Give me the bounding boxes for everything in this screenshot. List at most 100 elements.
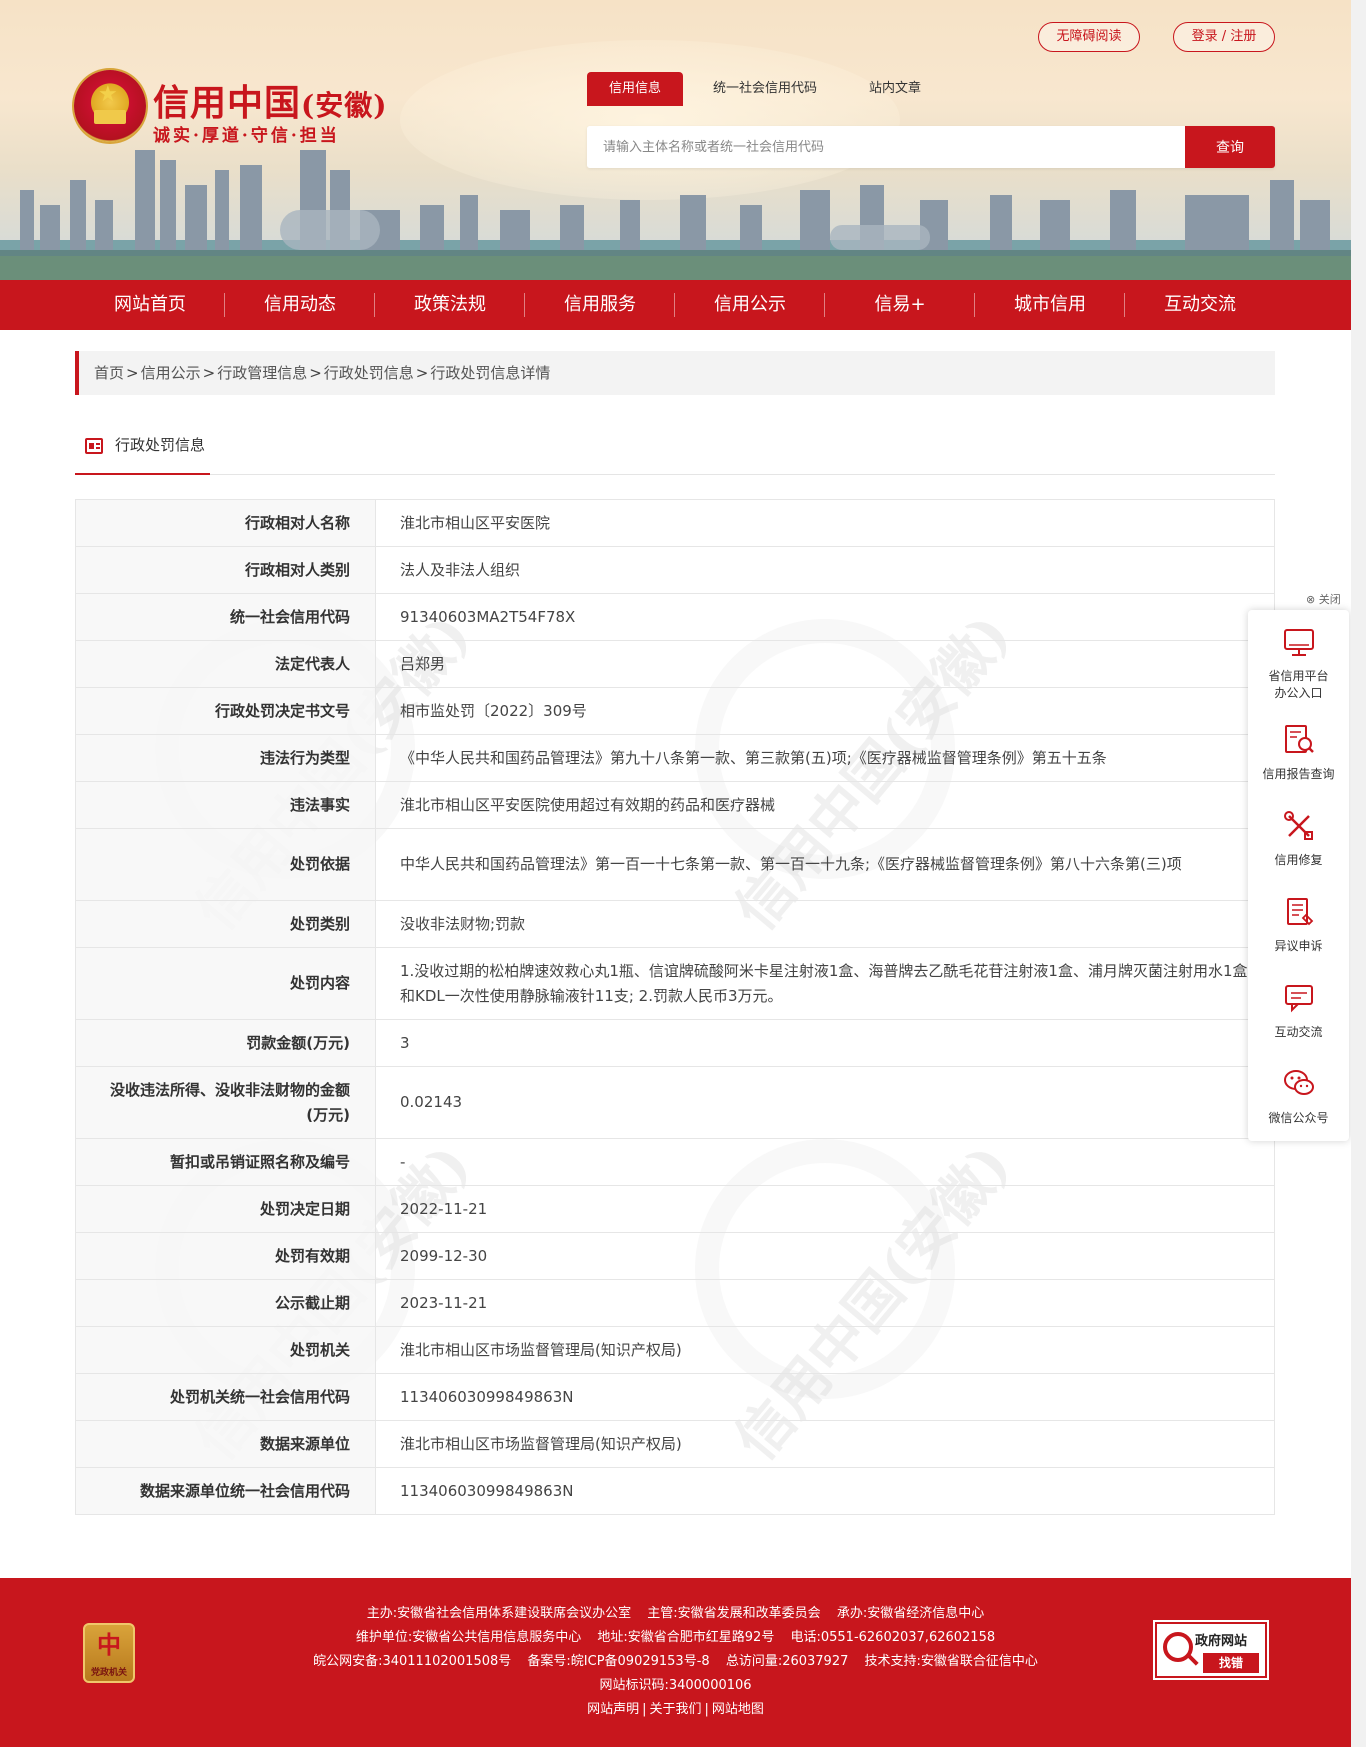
footer-tech-support: 技术支持:安徽省联合征信中心 (864, 1654, 1038, 1669)
site-slogan: 诚实·厚道·守信·担当 (153, 126, 340, 146)
footer-link-sitemap[interactable]: 网站地图 (712, 1702, 764, 1717)
tools-icon (1283, 811, 1313, 840)
footer-police-record: 皖公网安备:34011102001508号 (313, 1654, 512, 1669)
main-nav: 网站首页 信用动态 政策法规 信用服务 信用公示 信易+ 城市信用 互动交流 (0, 280, 1351, 330)
table-row: 处罚依据 中华人民共和国药品管理法》第一百一十七条第一款、第一百一十九条;《医疗… (75, 828, 1275, 901)
field-value: 吕郑男 (375, 640, 1275, 688)
search-button[interactable]: 查询 (1185, 126, 1275, 168)
field-label: 违法事实 (75, 781, 376, 829)
nav-item-xinyi-plus[interactable]: 信易+ (825, 280, 975, 330)
footer-undertaker: 承办:安徽省经济信息中心 (836, 1606, 985, 1621)
table-row: 罚款金额(万元) 3 (75, 1019, 1275, 1067)
breadcrumb-penalty-info[interactable]: 行政处罚信息 (324, 364, 414, 382)
side-item-wechat[interactable]: 微信公众号 (1248, 1066, 1349, 1127)
search-box: 查询 (587, 126, 1275, 168)
search-input[interactable] (587, 126, 1185, 168)
nav-item-credit-publicity[interactable]: 信用公示 (675, 280, 825, 330)
breadcrumb-credit-publicity[interactable]: 信用公示 (141, 364, 201, 382)
nav-item-credit-service[interactable]: 信用服务 (525, 280, 675, 330)
table-row: 数据来源单位统一社会信用代码 11340603099849863N (75, 1467, 1275, 1515)
field-label: 暂扣或吊销证照名称及编号 (75, 1138, 376, 1186)
section-title-text: 行政处罚信息 (115, 436, 206, 454)
report-search-icon (1284, 725, 1314, 753)
national-emblem-logo[interactable]: ★ (74, 70, 146, 142)
page-scrollbar-track[interactable] (1351, 0, 1366, 1747)
field-value: 相市监处罚〔2022〕309号 (375, 687, 1275, 735)
footer-host: 主办:安徽省社会信用体系建设联席会议办公室 (366, 1606, 632, 1621)
penalty-detail-panel: 信用中国(安徽) 信用中国(安徽) 信用中国(安徽) 信用中国(安徽) 行政相对… (75, 499, 1275, 1515)
field-label: 统一社会信用代码 (75, 593, 376, 641)
field-label: 处罚内容 (75, 947, 376, 1020)
breadcrumb-separator: > (309, 364, 322, 382)
field-value: 法人及非法人组织 (375, 546, 1275, 594)
nav-item-home[interactable]: 网站首页 (75, 280, 225, 330)
table-row: 数据来源单位 淮北市相山区市场监督管理局(知识产权局) (75, 1420, 1275, 1468)
side-item-label: 信用报告查询 (1262, 767, 1335, 781)
field-value: 淮北市相山区平安医院使用超过有效期的药品和医疗器械 (375, 781, 1275, 829)
footer-link-about[interactable]: 关于我们 (649, 1702, 701, 1717)
table-row: 处罚内容 1.没收过期的松柏牌速效救心丸1瓶、信谊牌硫酸阿米卡星注射液1盒、海普… (75, 947, 1275, 1020)
breadcrumb-home[interactable]: 首页 (94, 364, 124, 382)
search-tab-credit-info[interactable]: 信用信息 (587, 72, 684, 106)
footer-line-site-id: 网站标识码:3400000106 (0, 1674, 1351, 1698)
footer-link-statement[interactable]: 网站声明 (587, 1702, 639, 1717)
nav-item-interaction[interactable]: 互动交流 (1125, 280, 1275, 330)
footer-visit-count: 总访问量:26037927 (725, 1654, 849, 1669)
side-item-label: 微信公众号 (1268, 1111, 1329, 1125)
table-row: 暂扣或吊销证照名称及编号 - (75, 1138, 1275, 1186)
side-panel-close-button[interactable]: ⊗ 关闭 (1306, 591, 1341, 607)
logo-province-text: (安徽) (301, 89, 388, 122)
field-label: 公示截止期 (75, 1279, 376, 1327)
side-item-interaction[interactable]: 互动交流 (1248, 980, 1349, 1041)
field-value: 1.没收过期的松柏牌速效救心丸1瓶、信谊牌硫酸阿米卡星注射液1盒、海普牌去乙酰毛… (375, 947, 1275, 1020)
table-row: 处罚机关 淮北市相山区市场监督管理局(知识产权局) (75, 1326, 1275, 1374)
field-label: 处罚机关统一社会信用代码 (75, 1373, 376, 1421)
side-item-label: 互动交流 (1274, 1025, 1323, 1039)
nav-item-credit-news[interactable]: 信用动态 (225, 280, 375, 330)
footer-line-registration: 皖公网安备:34011102001508号 备案号:皖ICP备09029153号… (0, 1650, 1351, 1674)
table-row: 处罚决定日期 2022-11-21 (75, 1185, 1275, 1233)
side-float-panel: 省信用平台办公入口 信用报告查询 信用修复 异议申诉 互动交流 微信公众号 (1248, 610, 1349, 1141)
field-label: 违法行为类型 (75, 734, 376, 782)
table-row: 公示截止期 2023-11-21 (75, 1279, 1275, 1327)
field-value: 淮北市相山区市场监督管理局(知识产权局) (375, 1420, 1275, 1468)
site-logo-title[interactable]: 信用中国(安徽) (153, 74, 388, 126)
footer-line-organizers: 主办:安徽省社会信用体系建设联席会议办公室 主管:安徽省发展和改革委员会 承办:… (0, 1602, 1351, 1626)
emblem-gate-icon (94, 110, 126, 124)
table-row: 违法事实 淮北市相山区平安医院使用超过有效期的药品和医疗器械 (75, 781, 1275, 829)
field-label: 处罚有效期 (75, 1232, 376, 1280)
footer-links: 网站声明 | 关于我们 | 网站地图 (587, 1702, 764, 1717)
field-label: 数据来源单位 (75, 1420, 376, 1468)
accessibility-button[interactable]: 无障碍阅读 (1038, 22, 1140, 52)
field-label: 罚款金额(万元) (75, 1019, 376, 1067)
field-value: 3 (375, 1019, 1275, 1067)
table-row: 法定代表人 吕郑男 (75, 640, 1275, 688)
gov-badge-action: 找错 (1203, 1653, 1259, 1673)
field-label: 行政处罚决定书文号 (75, 687, 376, 735)
breadcrumb-current: 行政处罚信息详情 (430, 364, 551, 382)
search-tab-site-articles[interactable]: 站内文章 (847, 72, 943, 106)
gov-site-error-report-badge[interactable]: 政府网站 找错 (1155, 1622, 1267, 1678)
section-tab-penalty-info[interactable]: 行政处罚信息 (75, 425, 210, 475)
nav-item-city-credit[interactable]: 城市信用 (975, 280, 1125, 330)
side-item-objection-appeal[interactable]: 异议申诉 (1248, 894, 1349, 955)
field-label: 行政相对人类别 (75, 546, 376, 594)
breadcrumb-separator: > (126, 364, 139, 382)
login-register-button[interactable]: 登录 / 注册 (1173, 22, 1275, 52)
side-item-label: 异议申诉 (1274, 939, 1323, 953)
side-item-credit-repair[interactable]: 信用修复 (1248, 808, 1349, 869)
section-header: 行政处罚信息 (75, 425, 1275, 475)
field-value: 2099-12-30 (375, 1232, 1275, 1280)
logo-title-text: 信用中国 (153, 82, 302, 124)
search-tab-credit-code[interactable]: 统一社会信用代码 (691, 72, 839, 106)
nav-item-policy[interactable]: 政策法规 (375, 280, 525, 330)
side-item-platform-office[interactable]: 省信用平台办公入口 (1248, 624, 1349, 702)
field-label: 处罚决定日期 (75, 1185, 376, 1233)
table-row: 行政处罚决定书文号 相市监处罚〔2022〕309号 (75, 687, 1275, 735)
breadcrumb: 首页 > 信用公示 > 行政管理信息 > 行政处罚信息 > 行政处罚信息详情 (75, 351, 1275, 395)
gov-badge-title: 政府网站 (1195, 1634, 1248, 1649)
side-item-label: 省信用平台办公入口 (1268, 669, 1329, 700)
chat-icon (1284, 985, 1313, 1013)
breadcrumb-admin-info[interactable]: 行政管理信息 (217, 364, 307, 382)
side-item-credit-report[interactable]: 信用报告查询 (1248, 722, 1349, 783)
